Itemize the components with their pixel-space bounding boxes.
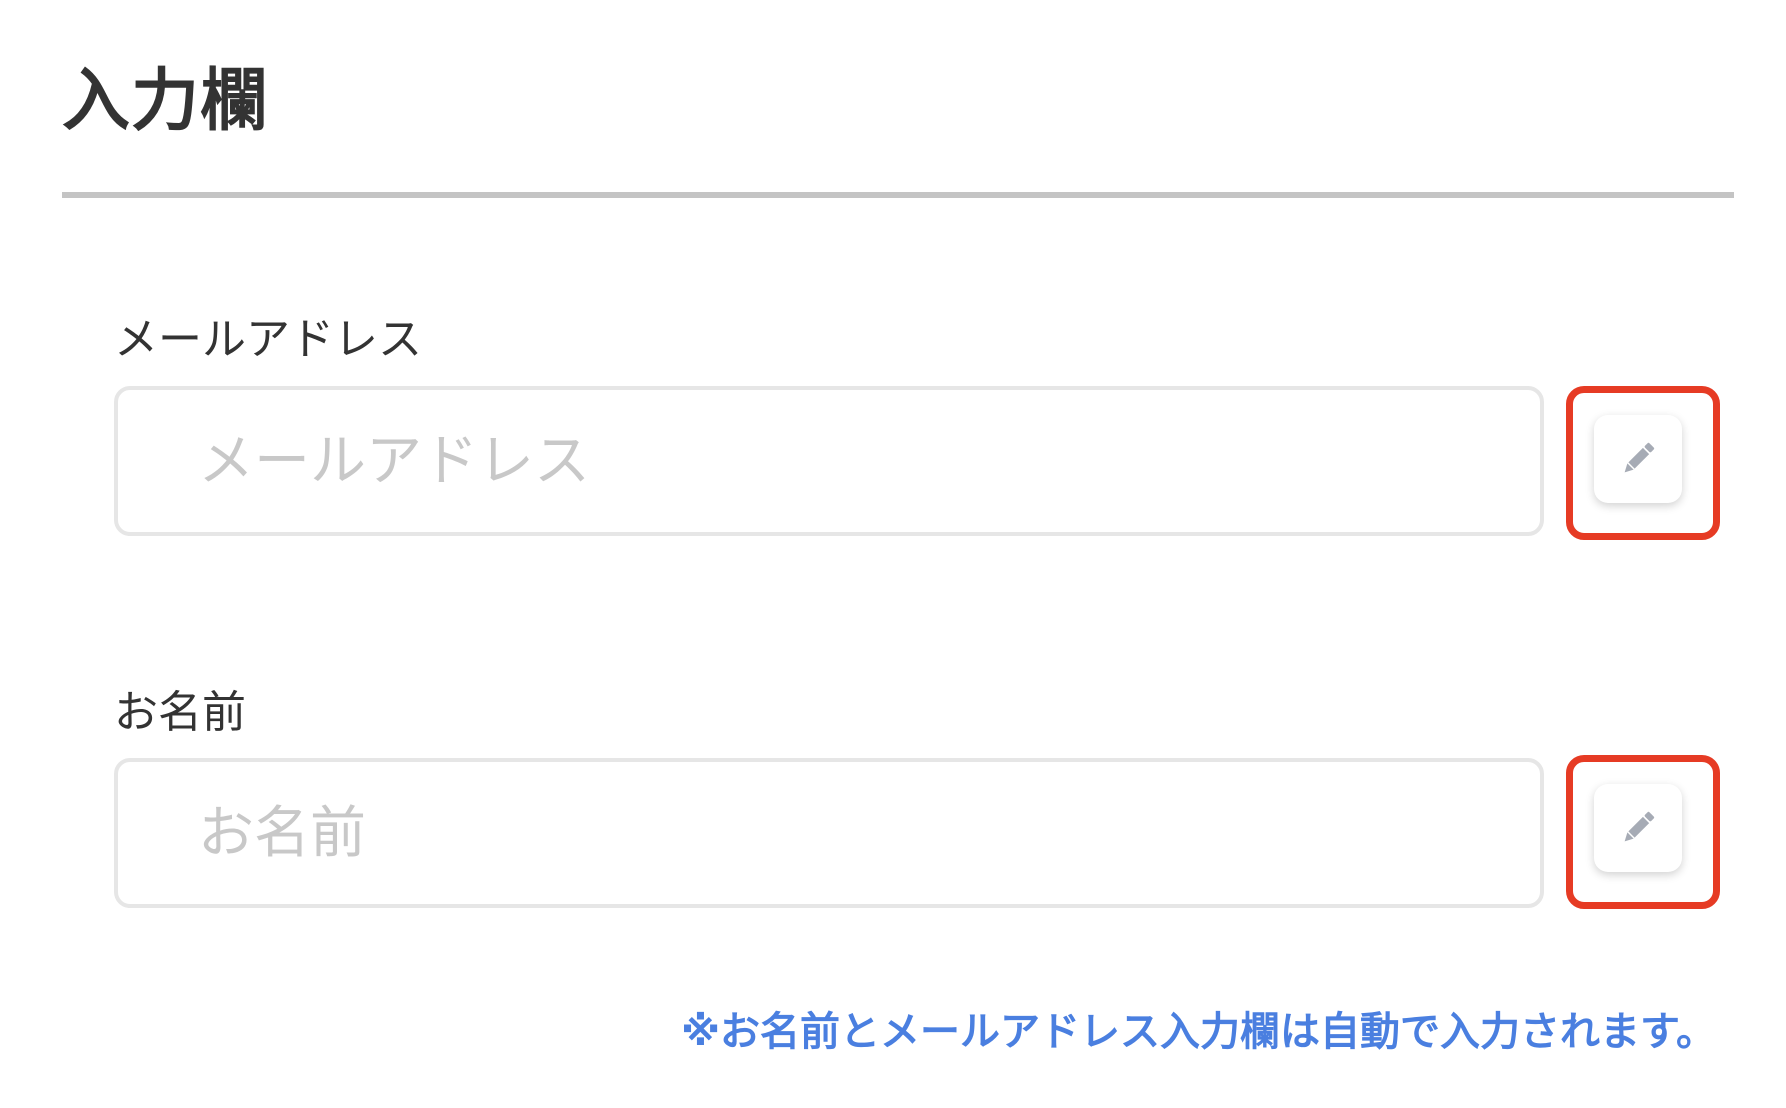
highlight-frame [1566,755,1720,909]
pencil-icon [1616,806,1660,850]
email-field[interactable] [114,386,1544,536]
email-edit-button[interactable] [1594,415,1682,503]
highlight-frame [1566,386,1720,540]
autofill-note: ※お名前とメールアドレス入力欄は自動で入力されます。 [681,1009,1716,1055]
name-edit-button[interactable] [1594,784,1682,872]
page-title: 入力欄 [62,62,270,141]
email-field-label: メールアドレス [114,314,422,365]
name-field-label: お名前 [114,687,246,738]
pencil-icon [1616,437,1660,481]
name-field[interactable] [114,758,1544,908]
title-divider [62,192,1734,198]
